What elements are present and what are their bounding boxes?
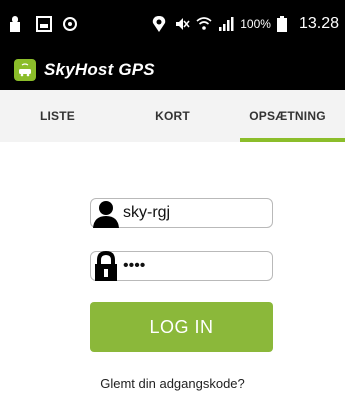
username-field[interactable] — [90, 198, 273, 228]
location-icon — [152, 16, 168, 32]
forgot-password-link[interactable]: Glemt din adgangskode? — [0, 376, 345, 391]
password-field[interactable] — [90, 251, 273, 281]
battery-icon — [276, 16, 293, 32]
tab-opsaetning[interactable]: OPSÆTNING — [230, 90, 345, 142]
sync-icon — [62, 16, 78, 32]
app-title: SkyHost GPS — [44, 60, 155, 79]
padlock-icon — [89, 251, 123, 281]
username-input[interactable] — [123, 204, 263, 222]
tab-kort[interactable]: KORT — [115, 90, 230, 142]
mute-icon — [174, 16, 190, 32]
status-bar: 100% 13.28 — [0, 0, 345, 46]
car-logo-icon — [14, 59, 36, 81]
password-input[interactable] — [123, 257, 263, 275]
battery-percent: 100% — [240, 17, 271, 31]
top-bar: 100% 13.28 SkyHost GPS — [0, 0, 345, 90]
login-button[interactable]: LOG IN — [90, 302, 273, 352]
image-icon — [36, 16, 52, 32]
signal-icon — [218, 16, 234, 32]
clock: 13.28 — [298, 15, 339, 32]
tab-liste[interactable]: LISTE — [0, 90, 115, 142]
app-bar: SkyHost GPS — [14, 58, 155, 82]
tab-bar: LISTE KORT OPSÆTNING — [0, 90, 345, 142]
user-icon — [89, 198, 123, 228]
lock-icon — [10, 16, 26, 32]
wifi-icon — [196, 16, 212, 32]
